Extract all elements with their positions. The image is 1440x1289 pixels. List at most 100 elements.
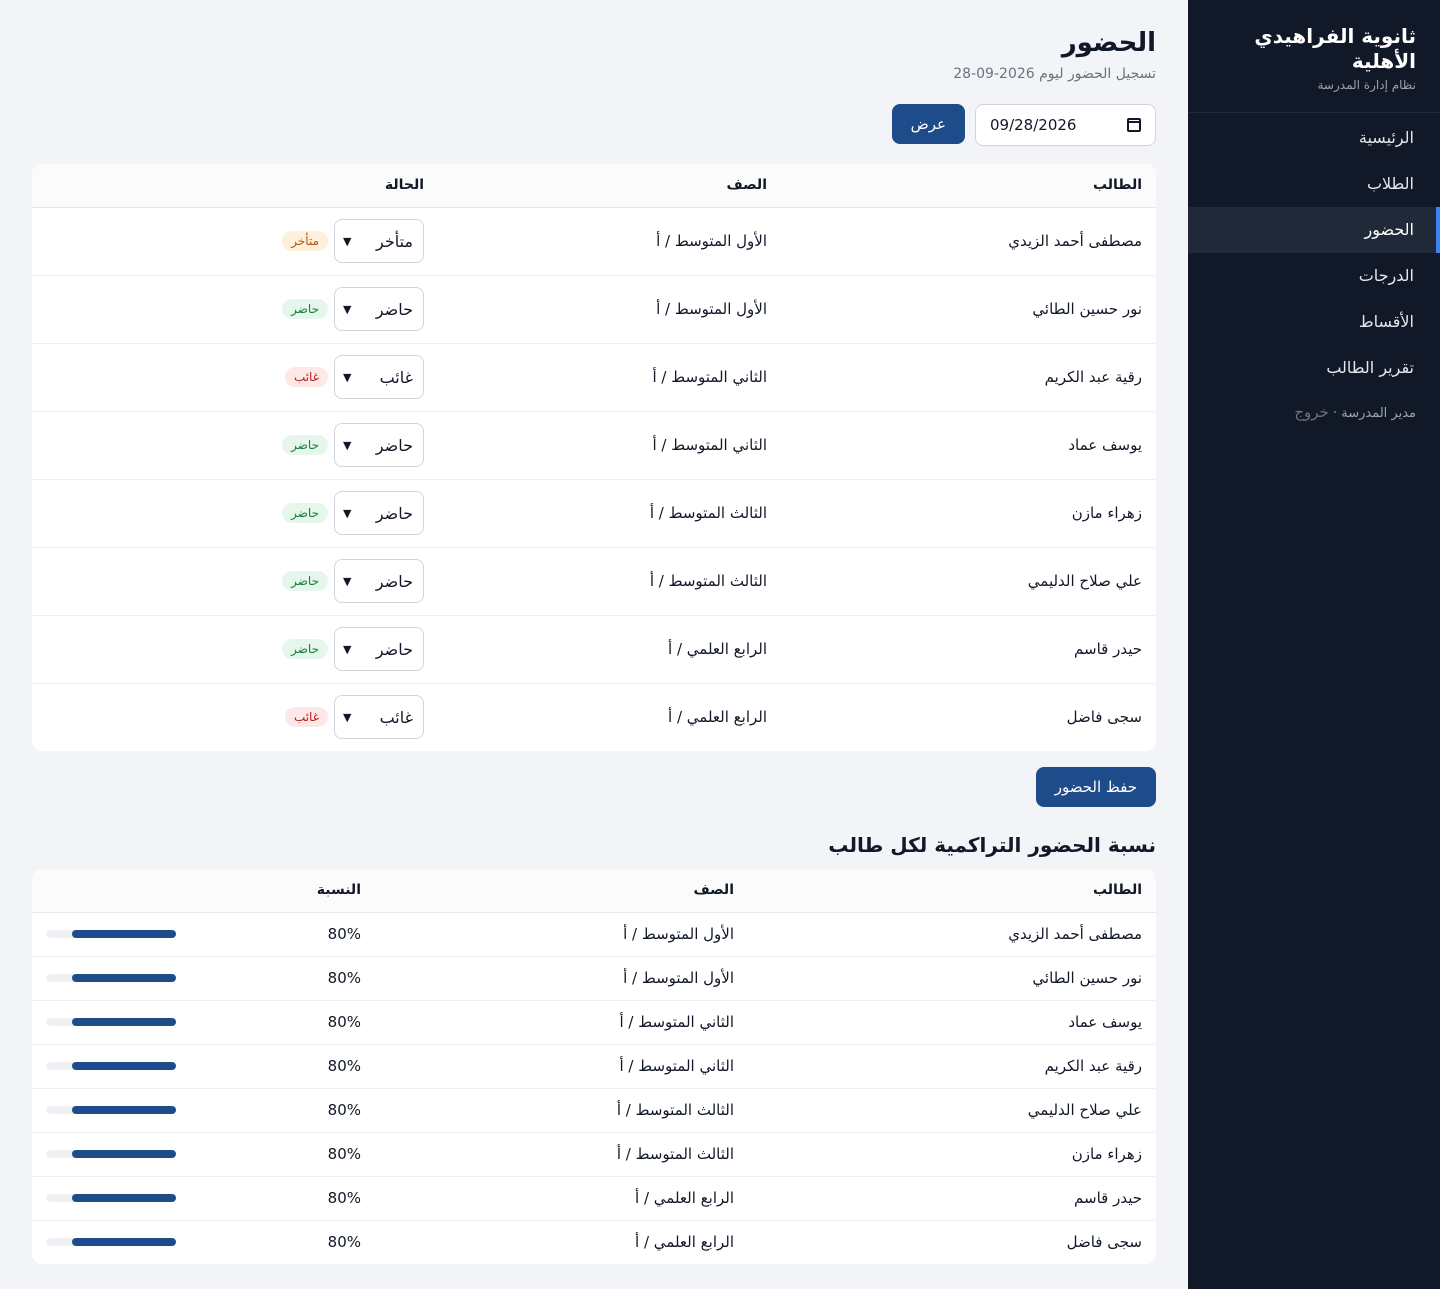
table-row: سجى فاضل الرابع العلمي / أ 80% (32, 1220, 1156, 1264)
percent-value: 80% (327, 925, 361, 943)
status-select[interactable]: حاضر ▼ (334, 287, 424, 331)
student-name: نور حسين الطائي (748, 956, 1156, 1001)
status-value: حاضر (375, 503, 413, 523)
attendance-table: الطالب الصف الحالة مصطفى أحمد الزيدي الأ… (32, 164, 1156, 751)
table-row: حيدر قاسم الرابع العلمي / أ حاضر ▼ حاضر (32, 615, 1156, 684)
status-select[interactable]: غائب ▼ (334, 355, 424, 399)
sidebar-nav: الرئيسية الطلاب الحضور الدرجات الأقساط ت… (1188, 113, 1440, 391)
status-select[interactable]: حاضر ▼ (334, 423, 424, 467)
col-class: الصف (438, 164, 781, 208)
system-subtitle: نظام إدارة المدرسة (1317, 78, 1416, 92)
logout-link[interactable]: خروج (1294, 403, 1328, 421)
attendance-header-row: الطالب الصف الحالة (32, 164, 1156, 208)
status-select[interactable]: حاضر ▼ (334, 559, 424, 603)
brand: ثانوية الفراهيدي الأهلية نظام إدارة المد… (1188, 0, 1440, 113)
progress-bar (46, 974, 176, 982)
chevron-down-icon: ▼ (343, 438, 352, 452)
show-button[interactable]: عرض (891, 104, 965, 144)
sidebar-item-home[interactable]: الرئيسية (1188, 115, 1440, 161)
student-name: علي صلاح الدليمي (748, 1088, 1156, 1133)
student-class: الأول المتوسط / أ (375, 912, 748, 957)
user-role: مدير المدرسة (1341, 406, 1416, 421)
sidebar-item-students[interactable]: الطلاب (1188, 161, 1440, 207)
student-name: علي صلاح الدليمي (781, 547, 1156, 616)
sidebar-item-fees[interactable]: الأقساط (1188, 299, 1440, 345)
filters-bar: 09/28/2026 عرض (32, 104, 1156, 146)
student-class: الرابع العلمي / أ (375, 1176, 748, 1221)
student-class: الثالث المتوسط / أ (375, 1088, 748, 1133)
cumulative-body: مصطفى أحمد الزيدي الأول المتوسط / أ 80% … (32, 912, 1156, 1264)
student-name: رقية عبد الكريم (748, 1044, 1156, 1089)
percent-value: 80% (327, 1233, 361, 1252)
save-bar: حفظ الحضور (32, 767, 1156, 807)
sidebar-item-attendance[interactable]: الحضور (1188, 207, 1440, 253)
progress-fill (72, 1150, 176, 1158)
status-select[interactable]: غائب ▼ (334, 695, 424, 740)
student-class: الأول المتوسط / أ (375, 956, 748, 1001)
status-select[interactable]: حاضر ▼ (334, 627, 424, 671)
table-row: زهراء مازن الثالث المتوسط / أ 80% (32, 1132, 1156, 1177)
status-value: متأخر (376, 231, 413, 251)
progress-fill (72, 930, 176, 938)
student-name: سجى فاضل (1066, 708, 1142, 727)
status-select[interactable]: متأخر ▼ (334, 219, 424, 263)
student-name: نور حسين الطائي (781, 275, 1156, 344)
student-name: زهراء مازن (748, 1132, 1156, 1177)
student-class: الثالث المتوسط / أ (375, 1132, 748, 1177)
progress-bar (46, 930, 176, 938)
student-class: الثاني المتوسط / أ (375, 1000, 748, 1045)
student-name: مصطفى أحمد الزيدي (781, 207, 1156, 276)
percent-value: 80% (327, 1189, 361, 1207)
save-attendance-button[interactable]: حفظ الحضور (1035, 767, 1156, 807)
progress-bar (46, 1018, 176, 1026)
chevron-down-icon: ▼ (343, 642, 352, 656)
cumulative-header-row: الطالب الصف النسبة (32, 869, 1156, 913)
cumulative-table: الطالب الصف النسبة مصطفى أحمد الزيدي الأ… (32, 869, 1156, 1264)
user-separator: · (1332, 406, 1338, 421)
status-select[interactable]: حاضر ▼ (334, 491, 424, 535)
status-value: غائب (379, 707, 413, 727)
sidebar-item-grades[interactable]: الدرجات (1188, 253, 1440, 299)
col-class: الصف (375, 869, 748, 913)
status-badge: حاضر (282, 503, 328, 523)
main-content: الحضور تسجيل الحضور ليوم 2026-09-28 09/2… (32, 0, 1156, 1264)
attendance-card: الطالب الصف الحالة مصطفى أحمد الزيدي الأ… (32, 164, 1156, 751)
student-class: الثالث المتوسط / أ (438, 547, 781, 616)
student-class: الرابع العلمي / أ (438, 615, 781, 684)
percent-value: 80% (327, 1013, 361, 1031)
table-row: رقية عبد الكريم الثاني المتوسط / أ 80% (32, 1044, 1156, 1089)
student-name: مصطفى أحمد الزيدي (748, 912, 1156, 957)
page-title: الحضور (1061, 28, 1156, 58)
school-name: ثانوية الفراهيدي الأهلية (1254, 24, 1416, 73)
progress-fill (72, 1018, 176, 1026)
status-badge: حاضر (282, 299, 328, 319)
status-value: حاضر (375, 299, 413, 319)
chevron-down-icon: ▼ (343, 302, 352, 316)
status-value: غائب (379, 367, 413, 387)
student-name: سجى فاضل (1066, 1233, 1142, 1252)
col-student: الطالب (748, 869, 1156, 913)
progress-fill (72, 974, 176, 982)
chevron-down-icon: ▼ (343, 234, 352, 248)
calendar-icon[interactable] (1127, 118, 1141, 132)
student-class: الثاني المتوسط / أ (375, 1044, 748, 1089)
percent-value: 80% (327, 1101, 361, 1119)
progress-fill (72, 1194, 176, 1202)
student-class: الثالث المتوسط / أ (438, 479, 781, 548)
progress-bar (46, 1106, 176, 1114)
sidebar-item-student-report[interactable]: تقرير الطالب (1188, 345, 1440, 391)
progress-bar (46, 1062, 176, 1070)
student-class: الرابع العلمي / أ (635, 1233, 734, 1252)
chevron-down-icon: ▼ (343, 370, 352, 384)
progress-fill (72, 1238, 176, 1247)
table-row: يوسف عماد الثاني المتوسط / أ حاضر ▼ حاضر (32, 411, 1156, 480)
percent-value: 80% (327, 1057, 361, 1075)
table-row: يوسف عماد الثاني المتوسط / أ 80% (32, 1000, 1156, 1045)
table-row: حيدر قاسم الرابع العلمي / أ 80% (32, 1176, 1156, 1221)
status-badge: غائب (284, 707, 328, 728)
status-value: حاضر (375, 571, 413, 591)
col-percent: النسبة (32, 869, 375, 913)
student-name: يوسف عماد (781, 411, 1156, 480)
student-name: حيدر قاسم (781, 615, 1156, 684)
date-input[interactable]: 09/28/2026 (975, 104, 1156, 146)
